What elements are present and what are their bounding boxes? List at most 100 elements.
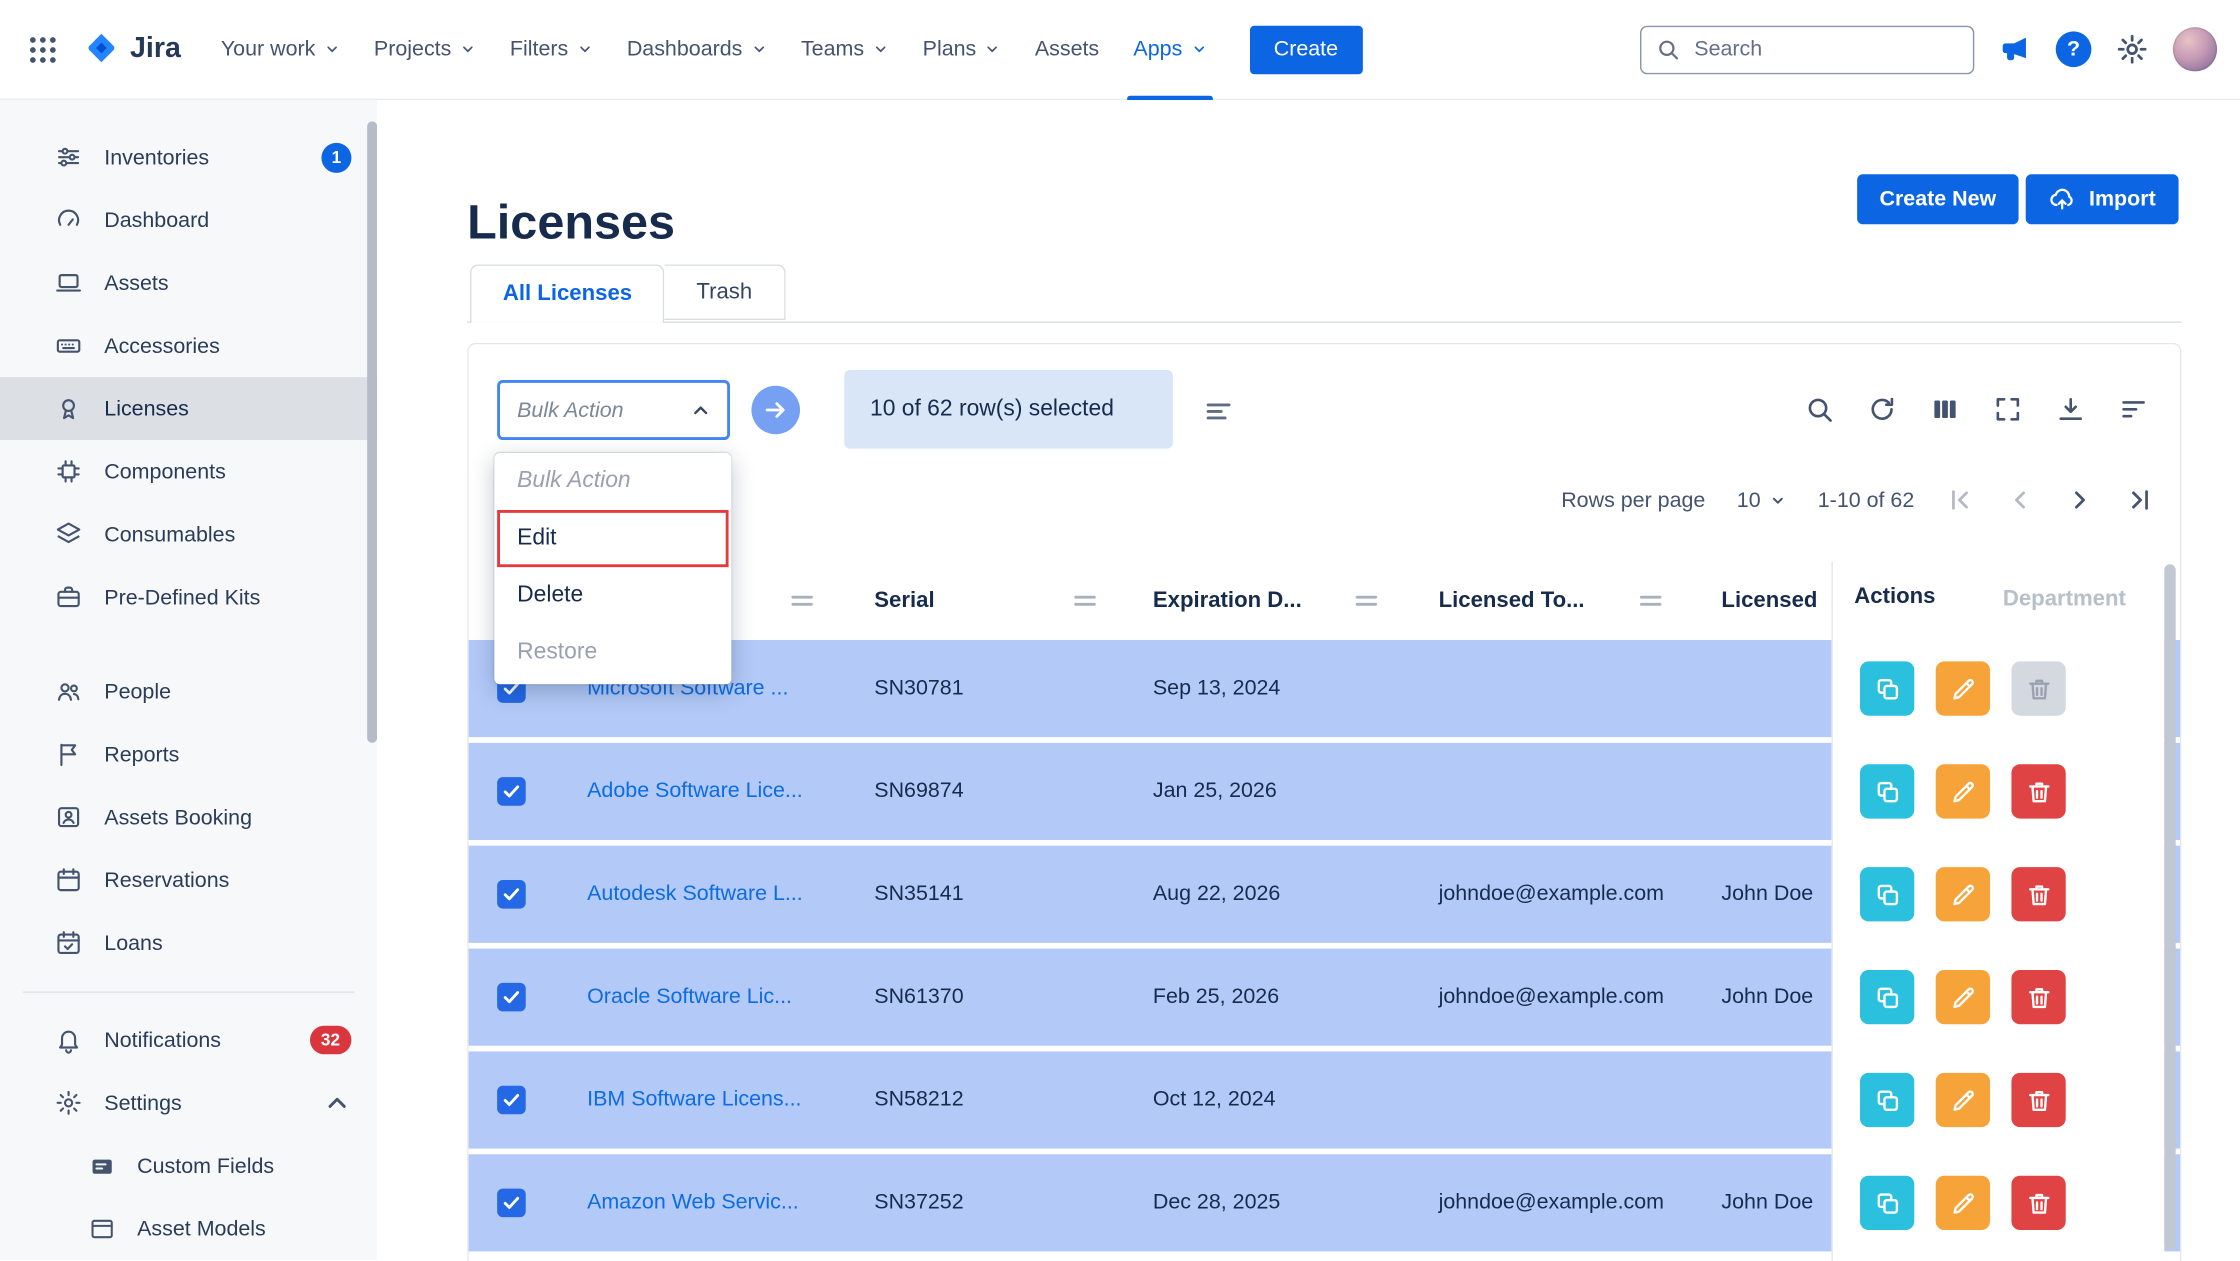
license-name-link[interactable]: Autodesk Software L...	[587, 846, 803, 943]
copy-button[interactable]	[1860, 1176, 1914, 1230]
page-size-select[interactable]: 10	[1737, 488, 1787, 512]
menu-item-edit[interactable]: Edit	[497, 510, 728, 567]
jira-logo[interactable]: Jira	[83, 31, 181, 68]
nav-your-work[interactable]: Your work	[204, 0, 357, 99]
sidebar-item-components[interactable]: Components	[0, 440, 377, 503]
sidebar-item-custom-fields[interactable]: Custom Fields	[0, 1134, 377, 1197]
delete-button[interactable]	[2011, 1176, 2065, 1230]
notification-badge: 32	[309, 1026, 351, 1055]
user-avatar[interactable]	[2173, 27, 2217, 71]
delete-button[interactable]	[2011, 764, 2065, 818]
download-icon[interactable]	[2056, 394, 2086, 424]
copy-button[interactable]	[1860, 1073, 1914, 1127]
nav-assets[interactable]: Assets	[1018, 0, 1117, 99]
create-button[interactable]: Create	[1249, 25, 1362, 74]
copy-button[interactable]	[1860, 867, 1914, 921]
filter-icon[interactable]	[2119, 394, 2149, 424]
copy-button[interactable]	[1860, 661, 1914, 715]
sidebar-item-settings[interactable]: Settings	[0, 1071, 377, 1134]
row-checkbox[interactable]	[497, 1189, 526, 1218]
column-resize-handle[interactable]	[1640, 596, 1661, 606]
sidebar-item-reports[interactable]: Reports	[0, 723, 377, 786]
edit-button[interactable]	[1936, 661, 1990, 715]
nav-plans[interactable]: Plans	[906, 0, 1018, 99]
expiration-cell: Sep 13, 2024	[1153, 640, 1281, 737]
delete-button[interactable]	[2011, 1073, 2065, 1127]
edit-button[interactable]	[1936, 970, 1990, 1024]
next-page-icon[interactable]	[2066, 486, 2095, 515]
menu-item-delete[interactable]: Delete	[494, 567, 731, 624]
nav-apps[interactable]: Apps	[1116, 0, 1223, 99]
delete-button[interactable]	[2011, 867, 2065, 921]
tab-all-licenses[interactable]: All Licenses	[470, 264, 665, 323]
sidebar-item-people[interactable]: People	[0, 660, 377, 723]
sidebar-item-notifications[interactable]: Notifications 32	[0, 1009, 377, 1072]
edit-button[interactable]	[1936, 764, 1990, 818]
table-scrollbar-thumb[interactable]	[2164, 564, 2175, 1250]
sidebar-item-loans[interactable]: Loans	[0, 911, 377, 974]
chevron-down-icon	[873, 41, 889, 57]
sidebar-item-dashboard[interactable]: Dashboard	[0, 189, 377, 252]
serial-cell: SN61370	[874, 949, 963, 1046]
copy-button[interactable]	[1860, 764, 1914, 818]
tab-trash[interactable]: Trash	[665, 264, 785, 320]
last-page-icon[interactable]	[2126, 486, 2155, 515]
apply-bulk-action-button[interactable]	[751, 386, 800, 435]
calendar-icon	[54, 866, 83, 895]
columns-icon[interactable]	[1930, 394, 1960, 424]
nav-filters[interactable]: Filters	[493, 0, 610, 99]
license-name-link[interactable]: Oracle Software Lic...	[587, 949, 792, 1046]
refresh-icon[interactable]	[1867, 394, 1897, 424]
license-name-link[interactable]: Amazon Web Servic...	[587, 1154, 799, 1251]
sidebar-label: Inventories	[104, 145, 209, 169]
sidebar-item-licenses[interactable]: Licenses	[0, 377, 377, 440]
fullscreen-icon[interactable]	[1993, 394, 2023, 424]
actions-column: Actions Department	[1831, 561, 2164, 1261]
sidebar-item-consumables[interactable]: Consumables	[0, 503, 377, 566]
sidebar-label: Custom Fields	[137, 1154, 274, 1178]
column-resize-handle[interactable]	[1356, 596, 1377, 606]
nav-projects[interactable]: Projects	[357, 0, 493, 99]
row-checkbox[interactable]	[497, 777, 526, 806]
edit-button[interactable]	[1936, 1176, 1990, 1230]
first-page-icon[interactable]	[1946, 486, 1975, 515]
sidebar-item-assets[interactable]: Assets	[0, 251, 377, 314]
sidebar-item-reservations[interactable]: Reservations	[0, 849, 377, 912]
sidebar-item-asset-models[interactable]: Asset Models	[0, 1197, 377, 1260]
sidebar-item-accessories[interactable]: Accessories	[0, 314, 377, 377]
help-icon[interactable]: ?	[2056, 31, 2092, 67]
bulk-action-select[interactable]: Bulk Action	[497, 380, 730, 440]
row-checkbox[interactable]	[497, 1086, 526, 1115]
column-resize-handle[interactable]	[791, 596, 812, 606]
nav-teams[interactable]: Teams	[784, 0, 906, 99]
sidebar-item-inventories[interactable]: Inventories 1	[0, 126, 377, 189]
sliders-icon	[54, 143, 83, 172]
row-checkbox[interactable]	[497, 983, 526, 1012]
gear-icon[interactable]	[2116, 33, 2149, 66]
copy-button[interactable]	[1860, 970, 1914, 1024]
app-switcher-icon[interactable]	[26, 32, 60, 66]
prev-page-icon[interactable]	[2006, 486, 2035, 515]
sort-lines-icon[interactable]	[1203, 396, 1234, 427]
laptop-icon	[54, 269, 83, 298]
table-toolbar-icons	[1804, 394, 2148, 424]
page-actions: Create New Import	[1857, 174, 2179, 224]
megaphone-icon[interactable]	[1999, 33, 2032, 66]
search-input[interactable]	[1691, 36, 1958, 63]
column-resize-handle[interactable]	[1074, 596, 1095, 606]
edit-button[interactable]	[1936, 1073, 1990, 1127]
create-new-button[interactable]: Create New	[1857, 174, 2019, 224]
import-button[interactable]: Import	[2026, 174, 2178, 224]
sidebar-item-assets-booking[interactable]: Assets Booking	[0, 786, 377, 849]
column-department: Department	[2003, 564, 2126, 635]
edit-button[interactable]	[1936, 867, 1990, 921]
license-name-link[interactable]: IBM Software Licens...	[587, 1051, 801, 1148]
search-icon[interactable]	[1804, 394, 1834, 424]
row-checkbox[interactable]	[497, 880, 526, 909]
sidebar-item-kits[interactable]: Pre-Defined Kits	[0, 566, 377, 629]
column-licensed-to: Licensed To...	[1439, 561, 1585, 640]
delete-button[interactable]	[2011, 970, 2065, 1024]
sidebar-scrollbar[interactable]	[367, 121, 377, 742]
nav-dashboards[interactable]: Dashboards	[610, 0, 784, 99]
license-name-link[interactable]: Adobe Software Lice...	[587, 743, 803, 840]
